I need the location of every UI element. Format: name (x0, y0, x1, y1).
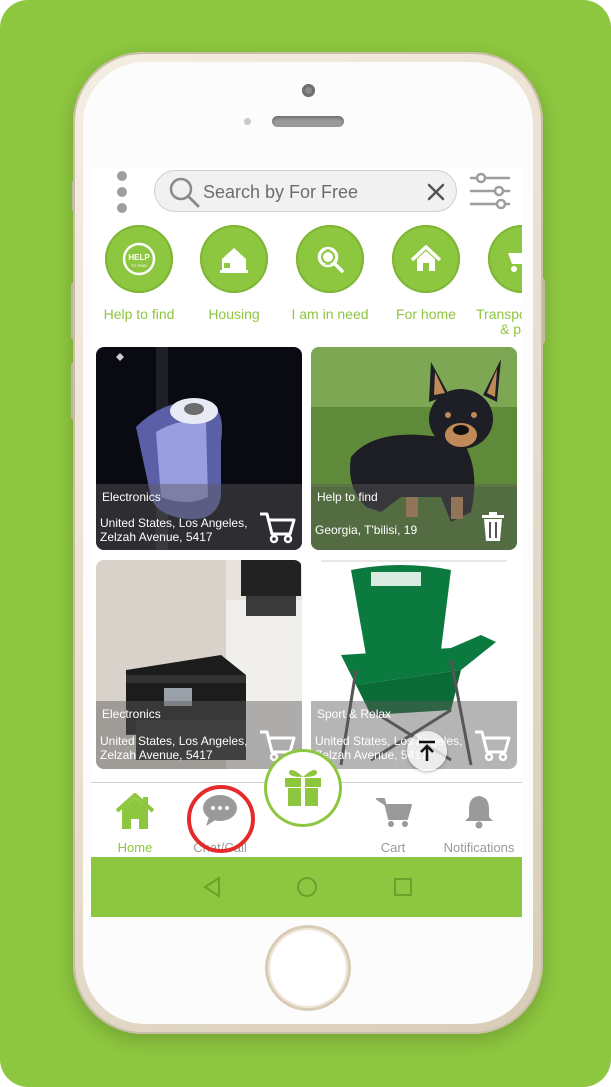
trash-icon[interactable] (481, 512, 505, 542)
listing-category: Help to find (317, 490, 378, 504)
green-background: HELP TO FIND Help to find Housing I am i… (0, 0, 611, 1087)
category-label: I am in need (291, 306, 369, 322)
android-navigation-bar (91, 857, 522, 917)
bell-icon (465, 796, 493, 829)
listing-address: United States, Los Angeles, Zelzah Avenue… (100, 516, 248, 544)
svg-text:TO FIND: TO FIND (131, 263, 147, 268)
nav-label: Cart (380, 840, 406, 855)
in-need-icon (296, 225, 364, 293)
recent-apps-icon[interactable] (393, 877, 413, 897)
search-bar (154, 170, 457, 212)
phone-home-button[interactable] (268, 928, 348, 1008)
proximity-sensor (244, 118, 251, 125)
listing-address: United States, Los Angeles, Zelzah Avenue… (100, 734, 248, 762)
earpiece-speaker (272, 116, 344, 127)
app-screen: HELP TO FIND Help to find Housing I am i… (91, 168, 522, 917)
svg-text:HELP: HELP (128, 253, 150, 262)
home-icon (115, 793, 155, 829)
listing-category: Electronics (102, 707, 161, 721)
gift-center-button[interactable] (267, 752, 339, 824)
search-input[interactable] (201, 177, 425, 207)
search-icon[interactable] (167, 175, 201, 209)
category-label: Housing (208, 306, 260, 322)
overflow-menu-icon[interactable] (117, 171, 127, 213)
housing-icon (200, 225, 268, 293)
gift-icon (285, 769, 321, 806)
highlight-circle (187, 785, 255, 853)
arrow-up-icon (419, 740, 435, 761)
category-label: Help to find (103, 306, 175, 322)
category-strip: HELP TO FIND Help to find Housing I am i… (91, 223, 522, 343)
listing-card[interactable]: Help to find Georgia, T'bilisi, 19 (311, 347, 517, 550)
listing-category: Sport & Relax (317, 707, 392, 721)
home-icon (392, 225, 460, 293)
nav-label: Notifications (443, 840, 515, 855)
category-housing[interactable]: Housing (186, 223, 286, 343)
listing-card[interactable]: Electronics United States, Los Angeles, Z… (96, 560, 302, 769)
cart-icon[interactable] (473, 728, 511, 762)
category-label: Transpo& pa (476, 306, 522, 337)
help-to-find-icon: HELP TO FIND (105, 225, 173, 293)
back-icon[interactable] (202, 876, 222, 898)
category-transport[interactable]: Transpo& pa (474, 223, 522, 343)
transport-icon (488, 225, 522, 293)
nav-cart[interactable]: Cart (371, 783, 415, 857)
category-help-to-find[interactable]: HELP TO FIND Help to find (91, 223, 191, 343)
close-icon[interactable] (425, 181, 447, 203)
cart-icon (376, 798, 412, 827)
home-circle-icon[interactable] (296, 876, 318, 898)
category-in-need[interactable]: I am in need (282, 223, 382, 343)
listing-card[interactable]: Electronics United States, Los Angeles, Z… (96, 347, 302, 550)
scroll-to-top-button[interactable] (407, 731, 447, 771)
category-label: For home (396, 306, 456, 322)
nav-label: Home (117, 840, 153, 855)
filter-sliders-icon[interactable] (469, 172, 511, 210)
listing-category: Electronics (102, 490, 161, 504)
nav-home[interactable]: Home (111, 783, 159, 857)
listing-address: Georgia, T'bilisi, 19 (315, 523, 418, 537)
front-camera (302, 84, 315, 97)
cart-icon[interactable] (258, 510, 296, 544)
nav-notifications[interactable]: Notifications (437, 783, 521, 857)
category-for-home[interactable]: For home (378, 223, 478, 343)
